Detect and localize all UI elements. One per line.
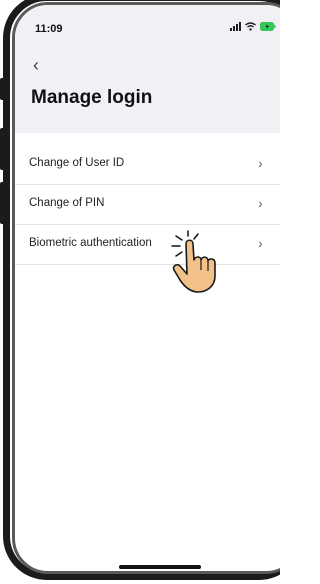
menu-item-biometric-authentication[interactable]: Biometric authentication › — [15, 225, 280, 265]
menu-item-label: Biometric authentication — [29, 237, 152, 249]
tap-hand-icon — [171, 230, 216, 293]
chevron-right-icon: › — [258, 195, 263, 211]
battery-icon — [260, 22, 276, 31]
status-time: 11:09 — [35, 23, 63, 35]
menu-item-label: Change of PIN — [29, 197, 105, 209]
home-indicator — [119, 565, 201, 569]
menu-item-change-pin[interactable]: Change of PIN › — [15, 185, 280, 225]
back-button[interactable]: ‹ — [33, 55, 39, 76]
status-icons — [230, 22, 276, 31]
chevron-right-icon: › — [258, 155, 263, 171]
menu-item-change-user-id[interactable]: Change of User ID › — [15, 145, 280, 185]
page-title: Manage login — [31, 87, 153, 108]
screen: 11:09 ‹ Manage login Change of User ID ›… — [12, 2, 280, 574]
chevron-left-icon: ‹ — [33, 55, 39, 75]
signal-icon — [230, 22, 241, 31]
wifi-icon — [245, 22, 256, 31]
chevron-right-icon: › — [258, 235, 263, 251]
menu-item-label: Change of User ID — [29, 157, 125, 169]
phone-mockup: 11:09 ‹ Manage login Change of User ID ›… — [0, 0, 280, 584]
